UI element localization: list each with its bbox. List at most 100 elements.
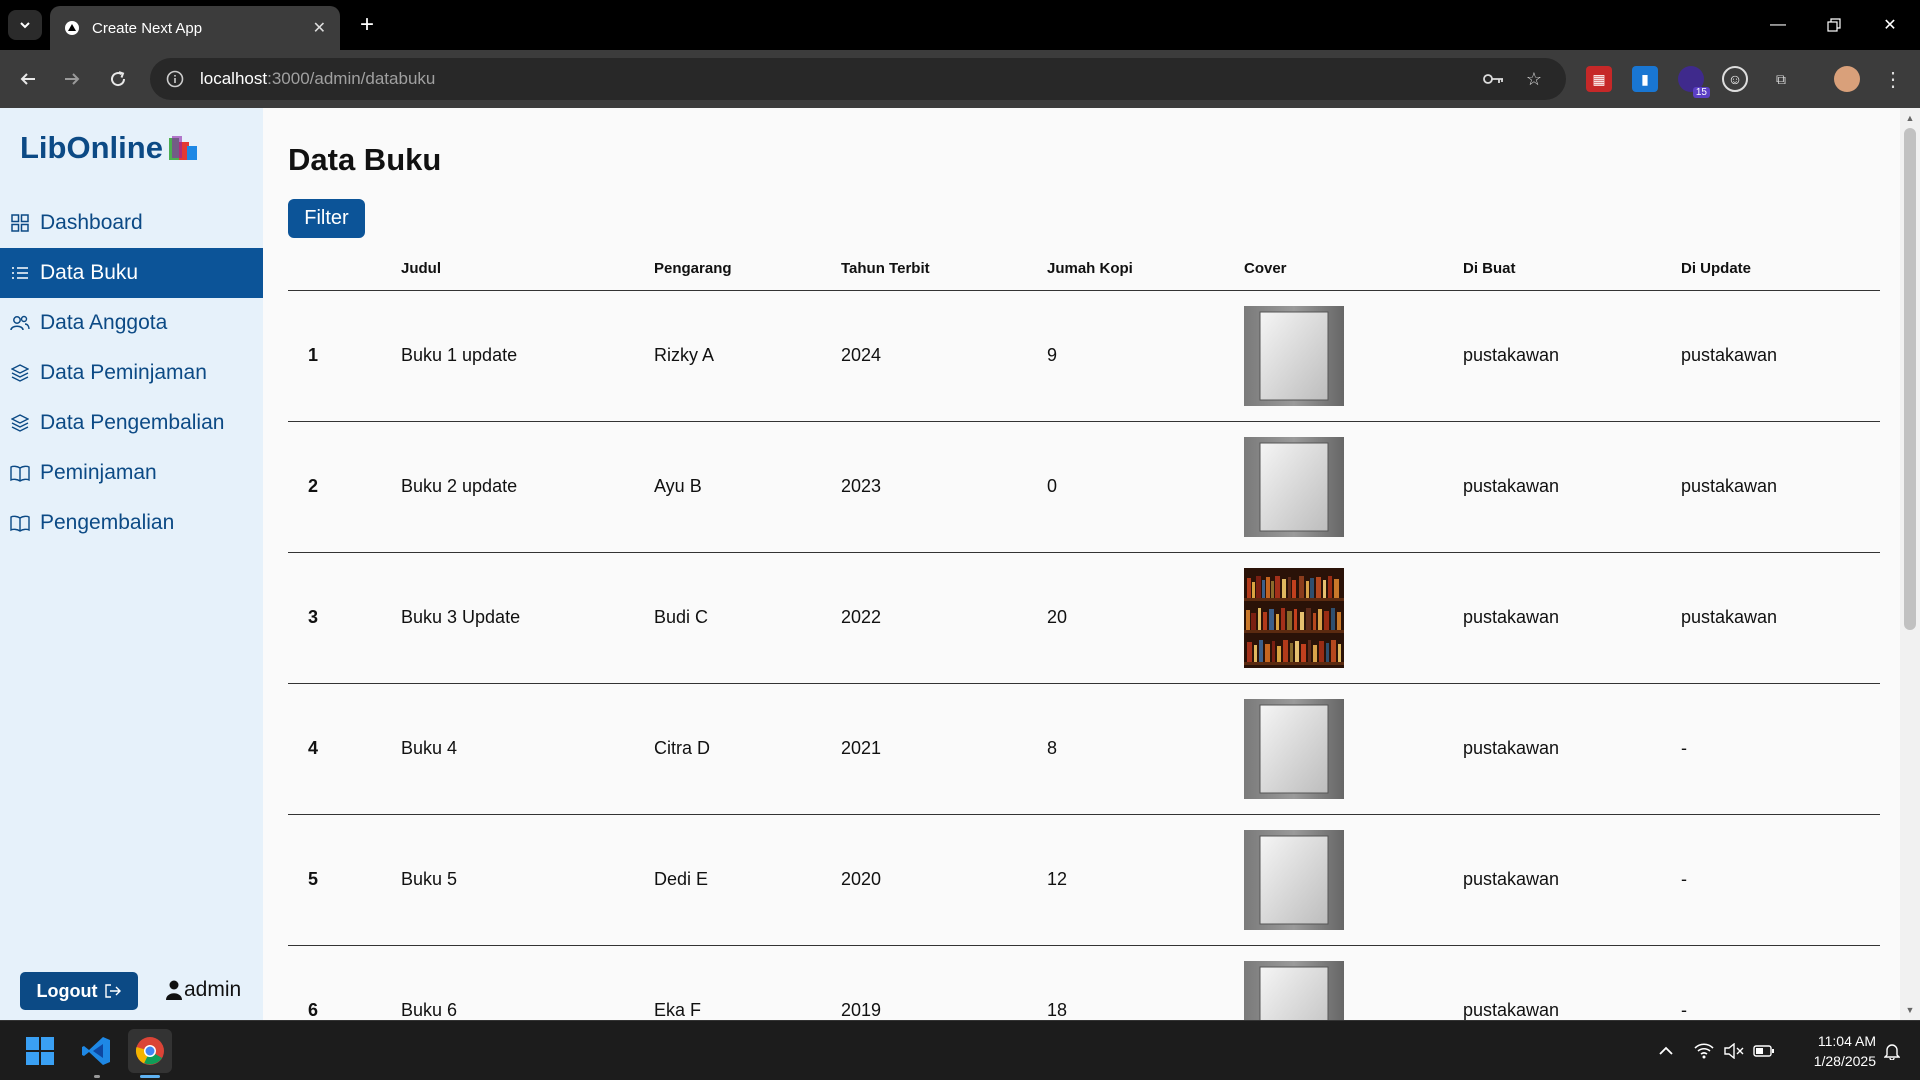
- profile-extension-icon[interactable]: ☺: [1722, 66, 1748, 92]
- close-window-button[interactable]: ✕: [1862, 0, 1918, 50]
- address-bar[interactable]: localhost:3000/admin/databuku ☆: [150, 58, 1566, 100]
- page-title: Data Buku: [288, 142, 442, 177]
- notification-bell-icon[interactable]: [1880, 1039, 1904, 1063]
- cell-judul: Buku 1 update: [401, 290, 654, 422]
- sidebar: LibOnline Dashboard Data Buku Data Anggo…: [0, 108, 263, 1020]
- row-number: 3: [288, 552, 401, 684]
- active-indicator: [140, 1075, 160, 1078]
- current-user: admin: [166, 978, 241, 1002]
- browser-tab[interactable]: Create Next App ✕: [50, 6, 340, 50]
- cell-cover: [1244, 552, 1463, 684]
- tab-title: Create Next App: [92, 19, 203, 37]
- taskbar-clock[interactable]: 11:04 AM 1/28/2025: [1786, 1031, 1876, 1071]
- main-content: Data Buku Filter Judul Pengarang Tahun T…: [288, 108, 1880, 1020]
- sidebar-item-data-buku[interactable]: Data Buku: [0, 248, 263, 298]
- sidebar-item-label: Pengembalian: [40, 511, 175, 534]
- page-scrollbar[interactable]: ▲ ▼: [1900, 108, 1920, 1020]
- extension-badge-count: 15: [1692, 87, 1710, 98]
- row-number: 4: [288, 683, 401, 815]
- site-info-icon[interactable]: [164, 68, 186, 90]
- sidebar-item-data-pengembalian[interactable]: Data Pengembalian: [0, 398, 263, 448]
- chevron-up-icon[interactable]: [1654, 1039, 1678, 1063]
- book-open-icon: [10, 463, 30, 483]
- key-icon[interactable]: [1482, 67, 1506, 91]
- cell-tahun: 2024: [841, 290, 1047, 422]
- profile-avatar[interactable]: [1834, 66, 1860, 92]
- cell-diupdate: -: [1681, 683, 1880, 815]
- sidebar-item-label: Data Buku: [40, 261, 139, 284]
- table-row[interactable]: 6 Buku 6 Eka F 2019 18 pustakawan -: [288, 945, 1880, 1020]
- logout-button[interactable]: Logout: [20, 972, 138, 1010]
- column-header-judul: Judul: [401, 248, 654, 291]
- extensions-puzzle-icon[interactable]: ⧉: [1768, 66, 1794, 92]
- minimize-button[interactable]: —: [1750, 0, 1806, 50]
- cell-cover: [1244, 290, 1463, 422]
- back-button[interactable]: [12, 63, 44, 95]
- username: admin: [184, 978, 242, 1001]
- speaker-muted-icon[interactable]: [1722, 1039, 1746, 1063]
- scroll-down-arrow-icon[interactable]: ▼: [1900, 1002, 1920, 1018]
- table-row[interactable]: 4 Buku 4 Citra D 2021 8 pustakawan -: [288, 683, 1880, 815]
- app-logo[interactable]: LibOnline: [20, 130, 201, 166]
- scroll-up-arrow-icon[interactable]: ▲: [1900, 110, 1920, 126]
- cell-cover: [1244, 945, 1463, 1020]
- restore-button[interactable]: [1806, 0, 1862, 50]
- list-icon: [10, 263, 30, 283]
- sidebar-item-data-anggota[interactable]: Data Anggota: [0, 298, 263, 348]
- tab-search-button[interactable]: [8, 10, 42, 40]
- cell-cover: [1244, 814, 1463, 946]
- extension-icon-blue[interactable]: ▮: [1632, 66, 1658, 92]
- windows-taskbar: 11:04 AM 1/28/2025: [0, 1020, 1920, 1080]
- forward-button[interactable]: [56, 63, 88, 95]
- cell-dibuat: pustakawan: [1463, 945, 1681, 1020]
- layers-icon: [10, 413, 30, 433]
- users-icon: [10, 313, 30, 333]
- close-tab-icon[interactable]: ✕: [313, 18, 326, 38]
- cell-judul: Buku 6: [401, 945, 654, 1020]
- cell-dibuat: pustakawan: [1463, 683, 1681, 815]
- cell-tahun: 2020: [841, 814, 1047, 946]
- sidebar-item-dashboard[interactable]: Dashboard: [0, 198, 263, 248]
- cell-diupdate: -: [1681, 945, 1880, 1020]
- table-row[interactable]: 3 Buku 3 Update Budi C 2022 20 pustakawa…: [288, 552, 1880, 684]
- column-header-cover: Cover: [1244, 248, 1463, 291]
- cell-diupdate: pustakawan: [1681, 290, 1880, 422]
- cell-pengarang: Rizky A: [654, 290, 841, 422]
- restore-icon: [1827, 18, 1841, 32]
- logout-icon: [105, 984, 122, 998]
- new-tab-button[interactable]: +: [352, 10, 382, 40]
- table-row[interactable]: 5 Buku 5 Dedi E 2020 12 pustakawan -: [288, 814, 1880, 946]
- filter-button[interactable]: Filter: [288, 199, 365, 238]
- windows-start-icon[interactable]: [18, 1029, 62, 1073]
- column-header-no: [288, 248, 401, 291]
- cell-kopi: 18: [1047, 945, 1244, 1020]
- cell-tahun: 2019: [841, 945, 1047, 1020]
- sidebar-item-label: Dashboard: [40, 211, 143, 234]
- cover-placeholder-image: [1244, 829, 1344, 930]
- cover-bookshelf-image: [1244, 567, 1344, 668]
- chrome-icon[interactable]: [128, 1029, 172, 1073]
- chevron-down-icon: [20, 22, 30, 29]
- extension-icon-badge[interactable]: 15: [1678, 66, 1710, 98]
- sidebar-item-pengembalian[interactable]: Pengembalian: [0, 498, 263, 548]
- bookmark-star-icon[interactable]: ☆: [1522, 67, 1546, 91]
- menu-kebab-icon[interactable]: ⋮: [1880, 66, 1906, 92]
- row-number: 6: [288, 945, 401, 1020]
- arrow-left-icon: [20, 73, 35, 85]
- cell-judul: Buku 4: [401, 683, 654, 815]
- reload-button[interactable]: [102, 63, 134, 95]
- vscode-icon[interactable]: [74, 1029, 118, 1073]
- scrollbar-thumb[interactable]: [1904, 128, 1916, 630]
- wifi-icon[interactable]: [1692, 1039, 1716, 1063]
- sidebar-item-data-peminjaman[interactable]: Data Peminjaman: [0, 348, 263, 398]
- grid-icon: [10, 213, 30, 233]
- table-row[interactable]: 1 Buku 1 update Rizky A 2024 9 pustakawa…: [288, 290, 1880, 422]
- cover-placeholder-image: [1244, 436, 1344, 537]
- table-header-row: Judul Pengarang Tahun Terbit Jumah Kopi …: [288, 248, 1880, 291]
- extension-icon-red[interactable]: ▦: [1586, 66, 1612, 92]
- battery-icon[interactable]: [1752, 1039, 1776, 1063]
- cell-kopi: 8: [1047, 683, 1244, 815]
- cell-dibuat: pustakawan: [1463, 290, 1681, 422]
- sidebar-item-peminjaman[interactable]: Peminjaman: [0, 448, 263, 498]
- table-row[interactable]: 2 Buku 2 update Ayu B 2023 0 pustakawan …: [288, 421, 1880, 553]
